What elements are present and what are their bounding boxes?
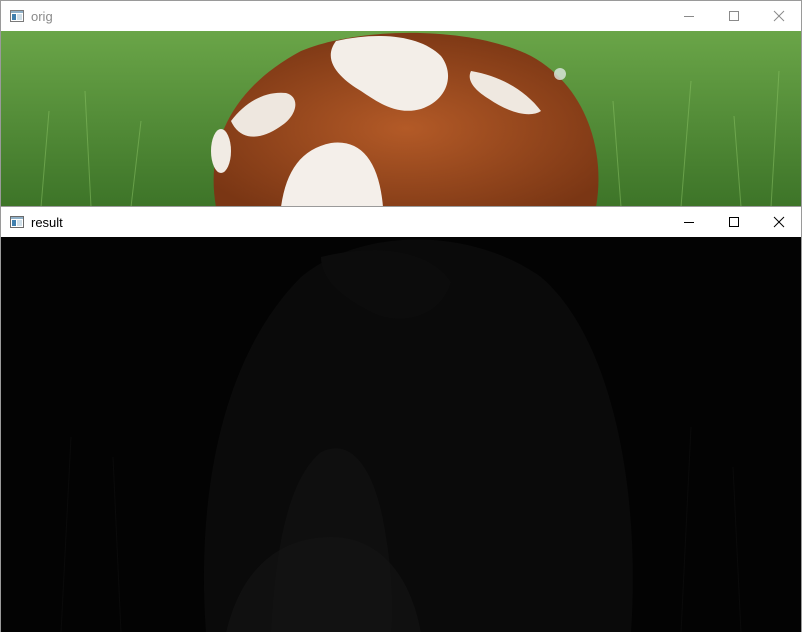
dark-processed-dog-image	[1, 237, 801, 632]
minimize-button[interactable]	[666, 207, 711, 237]
app-window-icon	[9, 8, 25, 24]
result-titlebar[interactable]: result	[1, 207, 801, 237]
result-image	[1, 237, 801, 632]
orig-image	[1, 31, 801, 206]
orig-titlebar[interactable]: orig	[1, 1, 801, 31]
result-window: result	[0, 206, 802, 632]
minimize-icon	[683, 222, 694, 223]
close-button[interactable]	[756, 207, 801, 237]
maximize-icon	[728, 217, 739, 227]
minimize-button[interactable]	[666, 1, 711, 31]
orig-window: orig	[0, 0, 802, 207]
maximize-button[interactable]	[711, 1, 756, 31]
close-icon	[773, 216, 784, 228]
maximize-button[interactable]	[711, 207, 756, 237]
app-window-icon	[9, 214, 25, 230]
window-controls	[666, 1, 801, 31]
minimize-icon	[683, 16, 694, 17]
dog-on-grass-photo	[1, 31, 801, 206]
window-controls	[666, 207, 801, 237]
window-title: result	[31, 214, 63, 230]
close-button[interactable]	[756, 1, 801, 31]
window-title: orig	[31, 8, 53, 24]
close-icon	[773, 10, 784, 22]
maximize-icon	[728, 11, 739, 21]
